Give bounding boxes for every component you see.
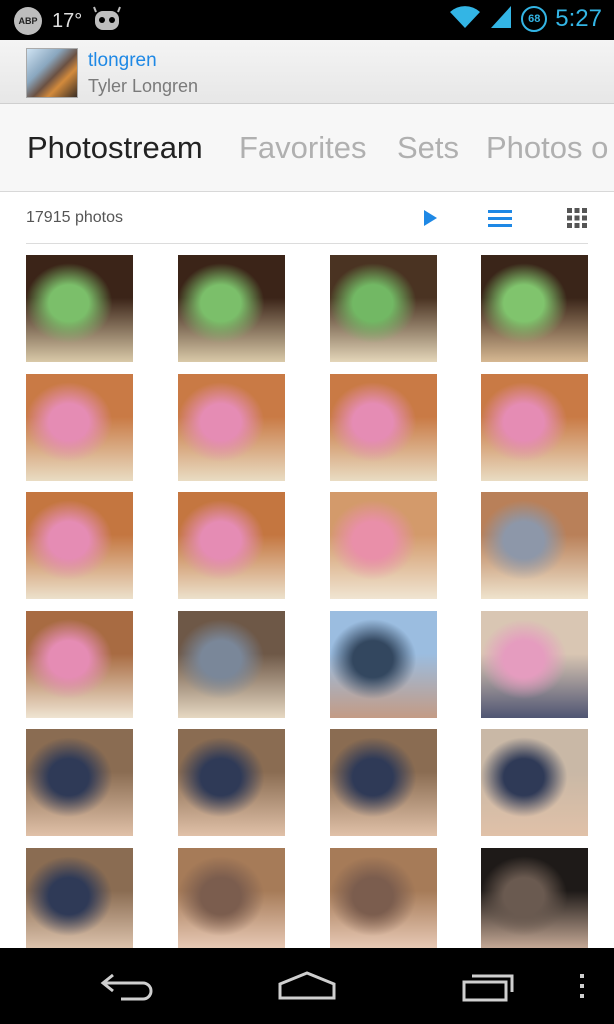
tab-photostream[interactable]: Photostream [27, 130, 203, 166]
photo-thumbnail[interactable] [330, 848, 437, 948]
home-icon [278, 971, 336, 1000]
home-button[interactable] [275, 966, 339, 1006]
tab-sets[interactable]: Sets [397, 130, 459, 166]
divider [26, 243, 588, 244]
photo-thumbnail[interactable] [481, 848, 588, 948]
photo-thumbnail[interactable] [26, 729, 133, 836]
photo-thumbnail[interactable] [330, 729, 437, 836]
avatar[interactable] [26, 48, 78, 98]
photo-thumbnail[interactable] [26, 374, 133, 481]
photo-thumbnail[interactable] [330, 255, 437, 362]
tab-favorites[interactable]: Favorites [239, 130, 366, 166]
photo-thumbnail[interactable] [330, 611, 437, 718]
back-button[interactable] [96, 966, 160, 1006]
back-icon [100, 973, 153, 1001]
adblock-icon: ABP [14, 7, 42, 35]
photo-thumbnail[interactable] [26, 848, 133, 948]
photo-thumbnail[interactable] [481, 255, 588, 362]
wifi-icon [449, 4, 481, 34]
navigation-bar [0, 948, 614, 1024]
photo-thumbnail[interactable] [481, 729, 588, 836]
slideshow-button[interactable] [416, 204, 444, 232]
photo-thumbnail[interactable] [178, 848, 285, 948]
battery-icon: 68 [521, 6, 548, 32]
photo-thumbnail[interactable] [26, 492, 133, 599]
menu-button[interactable] [568, 966, 596, 1006]
username[interactable]: tlongren [88, 50, 157, 72]
photo-grid [26, 255, 588, 948]
photo-thumbnail[interactable] [178, 255, 285, 362]
photo-thumbnail[interactable] [26, 255, 133, 362]
temperature-text: 17° [52, 9, 83, 32]
tab-bar: Photostream Favorites Sets Photos o [0, 104, 614, 192]
photo-thumbnail[interactable] [178, 492, 285, 599]
clock-text: 5:27 [555, 5, 602, 32]
status-bar: ABP 17° 68 5:27 [0, 0, 614, 40]
tab-photos-of[interactable]: Photos o [486, 130, 608, 166]
list-view-button[interactable] [486, 204, 514, 232]
real-name: Tyler Longren [88, 76, 199, 96]
photo-thumbnail[interactable] [330, 374, 437, 481]
photo-thumbnail[interactable] [178, 729, 285, 836]
robot-icon [92, 6, 122, 36]
photo-thumbnail[interactable] [481, 611, 588, 718]
user-header[interactable]: tlongren Tyler Longren [0, 40, 614, 104]
signal-icon [489, 4, 513, 34]
list-view-icon [488, 210, 512, 227]
grid-view-button[interactable] [563, 204, 591, 232]
recent-apps-icon [462, 974, 514, 1002]
photo-thumbnail[interactable] [26, 611, 133, 718]
grid-view-icon [567, 208, 587, 228]
photo-toolbar: 17915 photos [0, 192, 614, 244]
recent-apps-button[interactable] [456, 966, 520, 1006]
photo-thumbnail[interactable] [481, 374, 588, 481]
menu-icon [580, 974, 584, 998]
play-icon [424, 210, 437, 226]
photo-count: 17915 photos [26, 209, 123, 226]
photo-thumbnail[interactable] [330, 492, 437, 599]
photo-thumbnail[interactable] [178, 374, 285, 481]
photo-thumbnail[interactable] [481, 492, 588, 599]
photo-thumbnail[interactable] [178, 611, 285, 718]
